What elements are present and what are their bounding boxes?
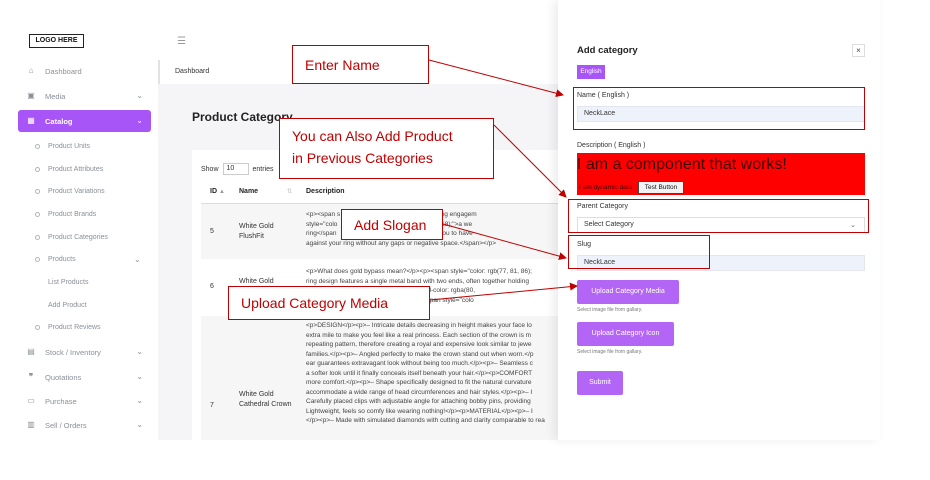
description-label: Description ( English ): [577, 142, 646, 149]
circle-icon: [35, 325, 40, 330]
annotation-enter-name: Enter Name: [292, 45, 429, 84]
upload-icon-hint: Select image file from gallary.: [577, 349, 643, 355]
column-header-label: Description: [306, 188, 345, 195]
circle-icon: [35, 212, 40, 217]
chevron-down-icon: ⌄: [136, 347, 143, 356]
breadcrumb[interactable]: Dashboard: [175, 68, 209, 75]
annotation-upload-media: Upload Category Media: [228, 286, 430, 320]
circle-icon: [35, 257, 40, 262]
annotation-line: in Previous Categories: [292, 150, 433, 166]
circle-icon: [35, 144, 40, 149]
cell-id: 5: [210, 228, 214, 235]
tab-english[interactable]: English: [577, 65, 605, 79]
sidebar-subitem-product-brands[interactable]: Product Brands: [35, 211, 96, 218]
highlight-parent-category: [568, 199, 869, 233]
sidebar-item-label: Sell / Orders: [45, 420, 87, 430]
highlight-name-field: [573, 87, 865, 130]
cell-name: White Gold Cathedral Crown: [239, 391, 292, 408]
circle-icon: [35, 189, 40, 194]
sidebar-subitem-add-product[interactable]: Add Product: [48, 302, 87, 309]
clipboard-icon: ▥: [27, 420, 35, 429]
sidebar-subitem-label: Product Reviews: [48, 324, 101, 331]
show-entries: Show 10 entries: [201, 163, 274, 175]
submit-button[interactable]: Submit: [577, 371, 623, 395]
screen: LOGO HERE ⌂ Dashboard ▣ Media ⌄ ▦ Catalo…: [0, 0, 930, 480]
sidebar-subitem-label: Product Brands: [48, 211, 97, 218]
sidebar-item-label: Media: [45, 91, 66, 101]
circle-icon: [35, 235, 40, 240]
chevron-down-icon: ⌄: [136, 372, 143, 381]
cell-id: 6: [210, 283, 214, 290]
test-button[interactable]: Test Button: [638, 181, 684, 194]
description-component-text: I am a component that works!: [577, 156, 787, 173]
close-icon[interactable]: ×: [852, 44, 865, 57]
card-icon: ▭: [27, 396, 35, 405]
sidebar-item-sell-orders[interactable]: ▥ Sell / Orders ⌄: [18, 414, 151, 436]
sidebar-subitem-label: Product Categories: [48, 234, 108, 241]
column-header-description[interactable]: Description: [306, 188, 345, 195]
sidebar-subitem-product-categories[interactable]: Product Categories: [35, 234, 108, 241]
sidebar-subitem-list-products[interactable]: List Products: [48, 279, 88, 286]
description-dynamic-text: I am dynamic data: [579, 184, 633, 191]
logo: LOGO HERE: [29, 34, 84, 48]
sidebar-item-media[interactable]: ▣ Media ⌄: [18, 85, 151, 107]
chevron-down-icon: ⌄: [136, 116, 143, 125]
cell-id: 7: [210, 402, 214, 409]
stack-icon: ▤: [27, 347, 35, 356]
page-title: Product Category: [192, 110, 293, 124]
upload-category-icon-button[interactable]: Upload Category Icon: [577, 322, 674, 346]
sidebar-subitem-label: Product Units: [48, 143, 91, 150]
sidebar-item-label: Dashboard: [45, 66, 82, 76]
sidebar-item-label: Purchase: [45, 396, 77, 406]
sidebar-item-stock[interactable]: ▤ Stock / Inventory ⌄: [18, 341, 151, 363]
sidebar-item-label: Stock / Inventory: [45, 347, 101, 357]
sidebar-item-purchase[interactable]: ▭ Purchase ⌄: [18, 390, 151, 412]
menu-icon[interactable]: ☰: [177, 36, 186, 47]
column-header-name[interactable]: Name: [239, 188, 258, 195]
sidebar-subitem-product-units[interactable]: Product Units: [35, 143, 90, 150]
column-header-label: ID: [210, 188, 217, 195]
quote-icon: ❞: [28, 372, 34, 381]
sidebar-subitem-label: Products: [48, 256, 76, 263]
sidebar-subitem-label: Product Attributes: [48, 166, 104, 173]
annotation-add-product: You can Also Add Product in Previous Cat…: [279, 118, 494, 179]
sidebar-subitem-product-attributes[interactable]: Product Attributes: [35, 166, 103, 173]
sidebar-item-quotations[interactable]: ❞ Quotations ⌄: [18, 366, 151, 388]
sidebar-item-dashboard[interactable]: ⌂ Dashboard: [18, 60, 151, 82]
annotation-line: You can Also Add Product: [292, 128, 453, 144]
chevron-down-icon: ⌄: [136, 420, 143, 429]
cell-description: <p>DESIGN</p><p>– Intricate details decr…: [306, 322, 545, 424]
sidebar-item-catalog[interactable]: ▦ Catalog ⌄: [18, 110, 151, 132]
sidebar-subitem-product-variations[interactable]: Product Variations: [35, 188, 105, 195]
highlight-slug: [568, 235, 710, 269]
sort-icon: ⇅: [287, 189, 293, 195]
boxes-icon: ▦: [27, 116, 35, 125]
chevron-down-icon: ⌄: [134, 255, 141, 264]
entries-label: entries: [252, 165, 274, 173]
chevron-down-icon: ⌄: [136, 91, 143, 100]
chevron-down-icon: ⌄: [136, 396, 143, 405]
annotation-add-slogan: Add Slogan: [341, 209, 443, 240]
sidebar-item-label: Catalog: [45, 116, 73, 126]
upload-media-hint: Select image file from gallary.: [577, 307, 643, 313]
cell-name: White Gold FlushFit: [239, 223, 274, 240]
upload-category-media-button[interactable]: Upload Category Media: [577, 280, 679, 304]
sidebar-subitem-products[interactable]: Products: [35, 256, 76, 263]
sidebar-subitem-label: Product Variations: [48, 188, 105, 195]
sidebar-item-label: Quotations: [45, 372, 82, 382]
panel-title: Add category: [577, 45, 638, 56]
sidebar-subitem-product-reviews[interactable]: Product Reviews: [35, 324, 101, 331]
show-label: Show: [201, 165, 219, 173]
sort-icon: ▲: [218, 189, 225, 195]
entries-select[interactable]: 10: [222, 163, 249, 175]
circle-icon: [35, 167, 40, 172]
column-header-label: Name: [239, 188, 259, 195]
image-icon: ▣: [27, 91, 35, 100]
home-icon: ⌂: [28, 66, 34, 75]
column-header-id[interactable]: ID ▲: [210, 188, 225, 195]
